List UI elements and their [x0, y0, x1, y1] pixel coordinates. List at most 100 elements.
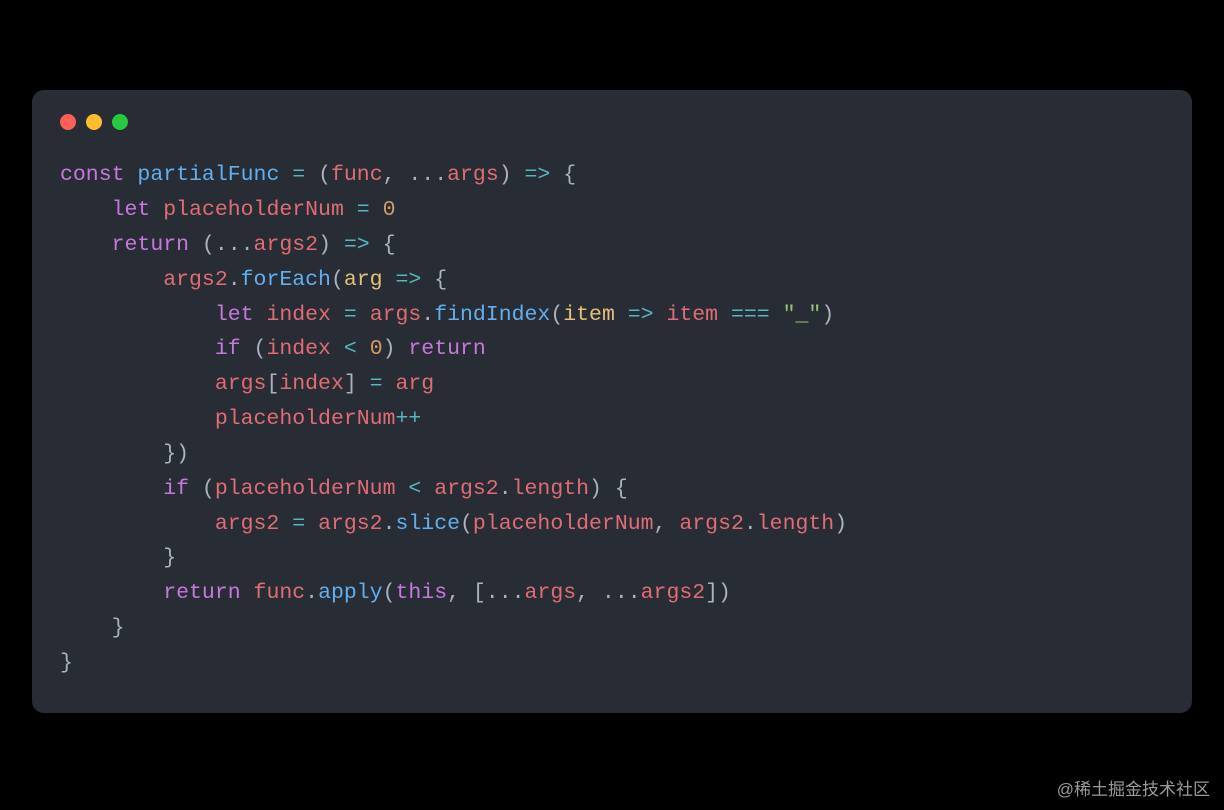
code-token: placeholderNum — [215, 477, 396, 501]
code-token: item — [666, 303, 718, 327]
code-token: } — [60, 616, 125, 640]
code-token: { — [421, 268, 447, 292]
code-token — [357, 303, 370, 327]
code-token: . — [499, 477, 512, 501]
code-token: args2 — [215, 512, 280, 536]
code-token: (... — [189, 233, 254, 257]
code-token — [60, 407, 215, 431]
code-token: index — [266, 337, 331, 361]
code-token: ) — [821, 303, 834, 327]
code-token — [654, 303, 667, 327]
code-token: . — [228, 268, 241, 292]
code-token: let — [112, 198, 151, 222]
code-token: = — [344, 303, 357, 327]
code-token: apply — [318, 581, 383, 605]
code-token: 0 — [383, 198, 396, 222]
code-token: arg — [395, 372, 434, 396]
zoom-icon[interactable] — [112, 114, 128, 130]
code-token: args — [370, 303, 422, 327]
code-token: let — [215, 303, 254, 327]
code-token — [254, 303, 267, 327]
window-titlebar — [60, 114, 1164, 130]
code-token: arg — [344, 268, 383, 292]
code-token: = — [370, 372, 383, 396]
code-token — [60, 303, 215, 327]
code-token: => — [396, 268, 422, 292]
code-token — [344, 198, 357, 222]
code-token: args2 — [434, 477, 499, 501]
code-token — [395, 477, 408, 501]
code-token: ( — [383, 581, 396, 605]
code-token: length — [512, 477, 589, 501]
code-token: [ — [266, 372, 279, 396]
code-token — [305, 512, 318, 536]
code-token: = — [357, 198, 370, 222]
code-token: === — [731, 303, 770, 327]
code-token — [279, 512, 292, 536]
code-token: . — [421, 303, 434, 327]
code-token: ]) — [705, 581, 731, 605]
code-token: ( — [305, 163, 331, 187]
code-token — [331, 303, 344, 327]
code-token: ) — [383, 337, 409, 361]
page-stage: const partialFunc = (func, ...args) => {… — [0, 0, 1224, 775]
code-token — [421, 477, 434, 501]
code-token: , ... — [576, 581, 641, 605]
code-token: = — [292, 512, 305, 536]
code-token: = — [292, 163, 305, 187]
code-token: index — [279, 372, 344, 396]
code-token: if — [215, 337, 241, 361]
code-token: , ... — [383, 163, 448, 187]
code-token: item — [563, 303, 615, 327]
code-token — [279, 163, 292, 187]
code-token — [60, 477, 163, 501]
code-token: args — [525, 581, 577, 605]
code-token: }) — [60, 442, 189, 466]
code-token: ( — [331, 268, 344, 292]
code-token: => — [628, 303, 654, 327]
code-token: ( — [189, 477, 215, 501]
code-token: => — [344, 233, 370, 257]
code-token: { — [550, 163, 576, 187]
code-token: forEach — [241, 268, 331, 292]
code-token: . — [744, 512, 757, 536]
minimize-icon[interactable] — [86, 114, 102, 130]
code-token: this — [395, 581, 447, 605]
code-token — [60, 198, 112, 222]
code-token: placeholderNum — [473, 512, 654, 536]
code-token: args — [447, 163, 499, 187]
close-icon[interactable] — [60, 114, 76, 130]
code-token: ) — [499, 163, 525, 187]
code-token — [241, 581, 254, 605]
code-token: < — [344, 337, 357, 361]
code-token: slice — [395, 512, 460, 536]
code-token: return — [112, 233, 189, 257]
code-token — [383, 372, 396, 396]
code-token — [357, 337, 370, 361]
code-token — [150, 198, 163, 222]
code-token — [770, 303, 783, 327]
code-token: func — [254, 581, 306, 605]
code-token — [383, 268, 396, 292]
code-token: partialFunc — [137, 163, 279, 187]
code-token: 0 — [370, 337, 383, 361]
code-token: ( — [241, 337, 267, 361]
code-token — [615, 303, 628, 327]
code-token — [60, 233, 112, 257]
code-token: func — [331, 163, 383, 187]
code-token: ] — [344, 372, 370, 396]
code-token — [331, 337, 344, 361]
watermark-text: @稀土掘金技术社区 — [0, 775, 1224, 810]
code-token: return — [408, 337, 485, 361]
code-token — [60, 581, 163, 605]
code-token: findIndex — [434, 303, 550, 327]
code-token: } — [60, 651, 73, 675]
code-token: => — [525, 163, 551, 187]
code-token: placeholderNum — [163, 198, 344, 222]
code-token — [60, 512, 215, 536]
code-token: ) — [834, 512, 847, 536]
code-token: ) { — [589, 477, 628, 501]
code-token: args2 — [318, 512, 383, 536]
code-token: return — [163, 581, 240, 605]
code-token: ( — [460, 512, 473, 536]
